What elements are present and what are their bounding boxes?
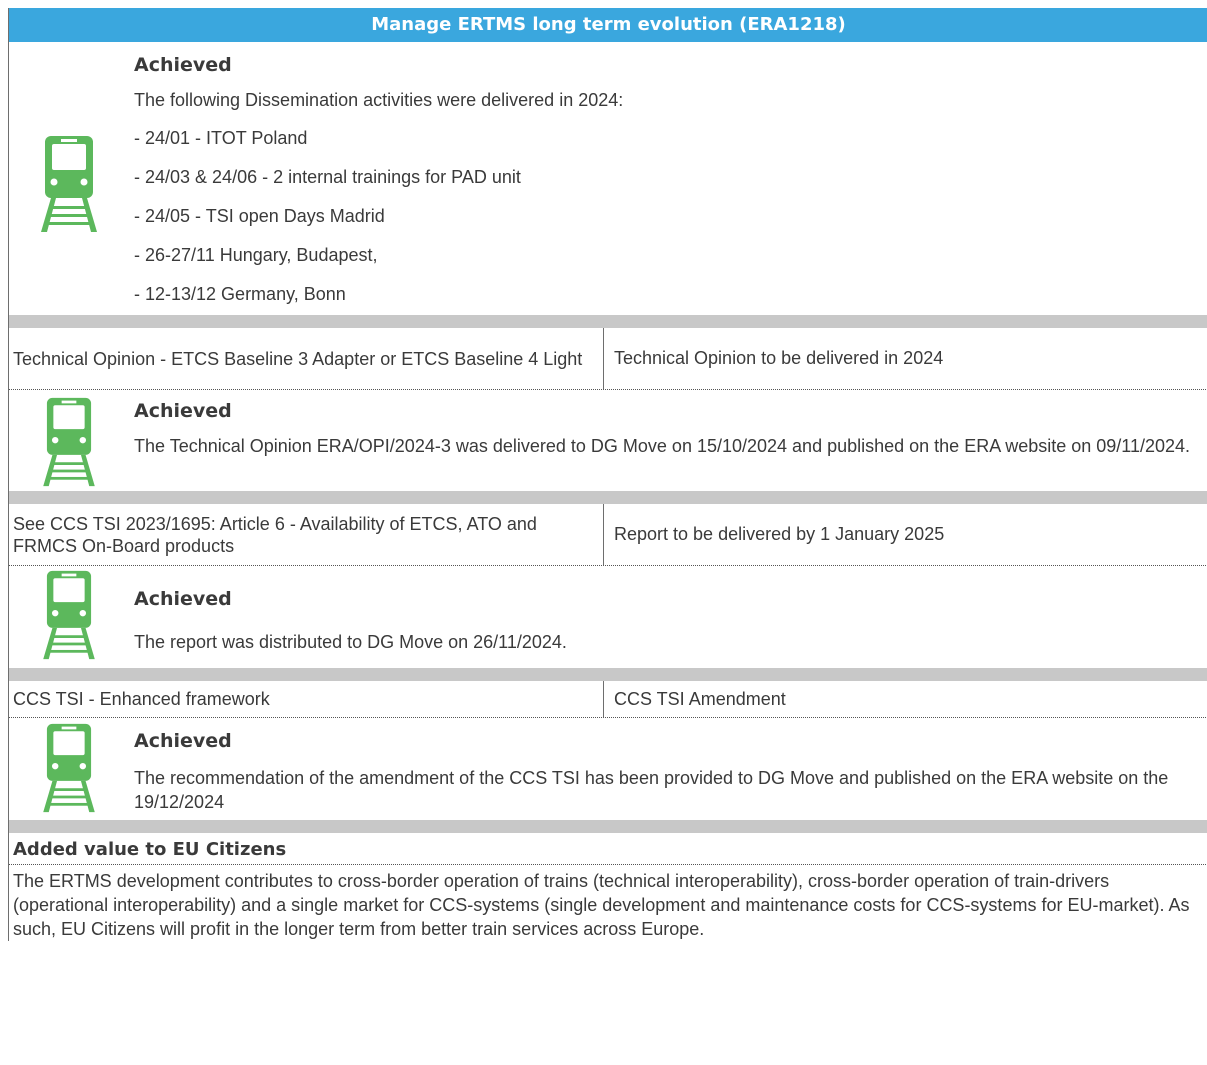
deliverable-target: Report to be delivered by 1 January 2025 <box>614 524 945 544</box>
deliverable-description: CCS TSI - Enhanced framework <box>9 681 604 717</box>
achievement-block-4: Achieved The recommendation of the amend… <box>9 718 1207 820</box>
status-label: Achieved <box>134 730 232 752</box>
achievement-block-1: Achieved The following Dissemination act… <box>9 42 1207 315</box>
train-on-tracks-icon <box>43 723 95 813</box>
separator <box>9 820 1207 833</box>
list-item: - 24/03 & 24/06 - 2 internal trainings f… <box>134 167 521 187</box>
achievement-text: The Technical Opinion ERA/OPI/2024-3 was… <box>134 436 1191 456</box>
separator <box>9 668 1207 681</box>
deliverable-row: CCS TSI - Enhanced framework CCS TSI Ame… <box>9 681 1207 718</box>
deliverable-target: CCS TSI Amendment <box>614 688 786 709</box>
separator <box>9 491 1207 504</box>
deliverable-description: Technical Opinion - ETCS Baseline 3 Adap… <box>9 328 604 389</box>
status-label: Achieved <box>134 588 232 610</box>
achievement-block-2: Achieved The Technical Opinion ERA/OPI/2… <box>9 390 1207 491</box>
train-on-tracks-icon <box>43 397 95 487</box>
page: Manage ERTMS long term evolution (ERA121… <box>0 0 1207 1065</box>
achievement-text: The recommendation of the amendment of t… <box>134 768 1169 812</box>
list-item: - 24/05 - TSI open Days Madrid <box>134 206 385 226</box>
list-intro: The following Dissemination activities w… <box>134 90 624 110</box>
train-on-tracks-icon <box>43 570 95 660</box>
list-item: - 12-13/12 Germany, Bonn <box>134 284 346 304</box>
status-label: Achieved <box>134 54 232 76</box>
table-header: Manage ERTMS long term evolution (ERA121… <box>9 8 1207 42</box>
achievement-block-3: Achieved The report was distributed to D… <box>9 566 1207 668</box>
list-item: - 26-27/11 Hungary, Budapest, <box>134 245 378 265</box>
deliverable-row: Technical Opinion - ETCS Baseline 3 Adap… <box>9 328 1207 390</box>
deliverable-target: Technical Opinion to be delivered in 202… <box>614 348 944 368</box>
status-label: Achieved <box>134 400 232 422</box>
added-value-text: The ERTMS development contributes to cro… <box>13 871 1190 939</box>
deliverable-row: See CCS TSI 2023/1695: Article 6 - Avail… <box>9 504 1207 566</box>
objective-table: Manage ERTMS long term evolution (ERA121… <box>8 8 1207 941</box>
list-item: - 24/01 - ITOT Poland <box>134 128 308 148</box>
separator <box>9 315 1207 328</box>
achievement-text: The report was distributed to DG Move on… <box>134 632 567 652</box>
train-on-tracks-icon <box>41 136 97 232</box>
added-value-heading: Added value to EU Citizens <box>9 833 1207 865</box>
deliverable-description: See CCS TSI 2023/1695: Article 6 - Avail… <box>9 504 604 565</box>
